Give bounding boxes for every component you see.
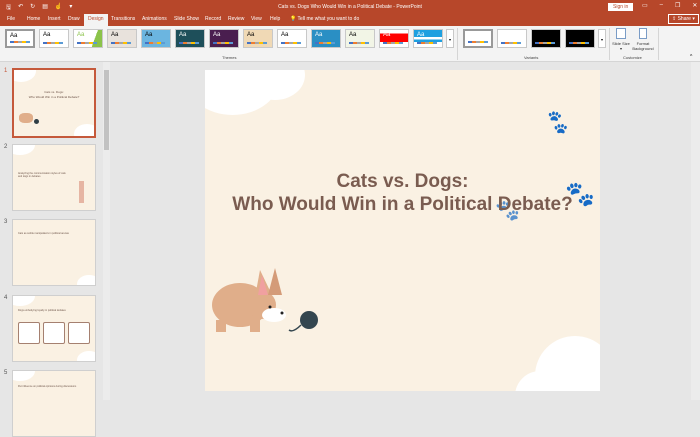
close-icon[interactable]: ✕ (692, 2, 697, 9)
tab-review[interactable]: Review (228, 16, 244, 22)
paw-print-icon: 🐾 (541, 108, 573, 138)
variant-3[interactable] (531, 29, 561, 48)
slide-number: 2 (4, 144, 8, 150)
theme-sample: Aa (179, 32, 187, 38)
window-title: Cats vs. Dogs Who Would Win in a Politic… (278, 4, 422, 10)
slide-number: 1 (4, 68, 8, 74)
slide-size-button[interactable]: Slide Size ▾ (612, 28, 630, 51)
slide-size-icon (616, 28, 626, 39)
tab-help[interactable]: Help (270, 16, 280, 22)
theme-sample: Aa (417, 32, 425, 38)
tab-file[interactable]: File (7, 16, 15, 22)
thumb-title: Analyzing the communication styles of ca… (18, 172, 66, 178)
format-background-icon (639, 28, 647, 39)
scrollbar-thumb[interactable] (104, 70, 109, 150)
theme-8[interactable]: Aa (243, 29, 273, 48)
theme-sample: Aa (10, 33, 18, 39)
theme-13[interactable]: Aa (413, 29, 443, 48)
slide-thumbnail-1[interactable]: Cats vs. Dogs: Who Would Win in a Politic… (12, 68, 96, 138)
theme-9[interactable]: Aa (277, 29, 307, 48)
theme-sample: Aa (349, 32, 357, 38)
ribbon-display-icon[interactable]: ▭ (642, 2, 648, 9)
restore-icon[interactable]: ❐ (675, 2, 680, 9)
thumb-title: Pet influence on political opinions duri… (18, 385, 77, 388)
ribbon-tabs: File Home Insert Draw Design Transitions… (0, 13, 700, 26)
minimize-icon[interactable]: – (660, 2, 663, 9)
theme-4[interactable]: Aa (107, 29, 137, 48)
title-line-1: Cats vs. Dogs: (336, 171, 469, 192)
tab-draw[interactable]: Draw (68, 16, 80, 22)
thumb-title: Dogs embodying loyalty in political deba… (18, 309, 66, 312)
theme-sample: Aa (247, 32, 255, 38)
yarn-ball-illustration (288, 311, 318, 332)
theme-sample: Aa (315, 32, 323, 38)
slide-number: 5 (4, 370, 8, 376)
title-bar: 🖫 ↶ ↻ ▤ ☝ ▾ Cats vs. Dogs Who Would Win … (0, 0, 700, 13)
tab-transitions[interactable]: Transitions (111, 16, 135, 22)
theme-3[interactable]: Aa (73, 29, 103, 48)
tell-me-label: Tell me what you want to do (297, 16, 360, 22)
slide-number: 3 (4, 219, 8, 225)
slide-title[interactable]: Cats vs. Dogs: Who Would Win in a Politi… (205, 170, 600, 216)
variant-2[interactable] (497, 29, 527, 48)
variant-1[interactable] (463, 29, 493, 48)
theme-12[interactable]: Aa (379, 29, 409, 48)
format-background-button[interactable]: Format Background (630, 28, 656, 51)
variants-more-button[interactable]: ▾ (598, 29, 606, 48)
theme-6[interactable]: Aa (175, 29, 205, 48)
theme-sample: Aa (383, 32, 391, 38)
variants-group-label: Variants (524, 55, 539, 60)
customize-group-label: Customize (623, 55, 642, 60)
theme-11[interactable]: Aa (345, 29, 375, 48)
yarn-ball-illustration (34, 119, 39, 124)
tab-slide-show[interactable]: Slide Show (174, 16, 199, 22)
lightbulb-icon: 💡 (290, 16, 297, 22)
slide-canvas[interactable]: 🐾 🐾 🐾 Cats vs. Dogs: Who Would Win in a … (205, 70, 600, 391)
slide-size-label: Slide Size (612, 41, 630, 46)
tell-me-search[interactable]: 💡 Tell me what you want to do (290, 16, 359, 22)
slide-thumbnail-3[interactable]: Cats as subtle manipulators in political… (12, 219, 96, 286)
slide-number: 4 (4, 295, 8, 301)
thumb-subtitle-line: Who Would Win in a Political Debate? (28, 95, 80, 99)
theme-office[interactable]: Aa (5, 29, 35, 48)
sign-in-button[interactable]: Sign in (608, 3, 634, 11)
thumb-title: Cats vs. Dogs: Who Would Win in a Politic… (14, 90, 94, 100)
tab-record[interactable]: Record (205, 16, 221, 22)
theme-sample: Aa (213, 32, 221, 38)
paw-illustration (79, 181, 84, 203)
theme-10[interactable]: Aa (311, 29, 341, 48)
theme-sample: Aa (77, 32, 85, 38)
title-line-2: Who Would Win in a Political Debate? (232, 194, 573, 215)
slide-thumbnail-5[interactable]: Pet influence on political opinions duri… (12, 370, 96, 437)
slide-scrollbar[interactable] (691, 62, 700, 400)
collapse-ribbon-icon[interactable]: ^ (690, 54, 692, 60)
theme-sample: Aa (111, 32, 119, 38)
tab-animations[interactable]: Animations (142, 16, 167, 22)
share-label: Share (677, 16, 691, 22)
theme-sample: Aa (281, 32, 289, 38)
theme-sample: Aa (43, 32, 51, 38)
ribbon: Aa Aa Aa Aa Aa Aa Aa Aa Aa Aa Aa Aa Aa ▾… (0, 26, 700, 62)
slide-thumbnail-pane: 1 Cats vs. Dogs: Who Would Win in a Polit… (0, 62, 110, 437)
tab-insert[interactable]: Insert (48, 16, 61, 22)
theme-7[interactable]: Aa (209, 29, 239, 48)
theme-2[interactable]: Aa (39, 29, 69, 48)
share-button[interactable]: ⇪ Share ▾ (668, 14, 699, 24)
variant-4[interactable] (565, 29, 595, 48)
tab-view[interactable]: View (251, 16, 262, 22)
themes-group-label: Themes (222, 55, 237, 60)
theme-sample: Aa (145, 32, 153, 38)
format-background-label: Format Background (632, 41, 654, 51)
slide-thumbnail-4[interactable]: Dogs embodying loyalty in political deba… (12, 295, 96, 362)
thumbnail-scrollbar[interactable] (103, 62, 110, 400)
themes-more-button[interactable]: ▾ (446, 29, 454, 48)
thumb-title: Cats as subtle manipulators in political… (18, 232, 69, 235)
tab-design[interactable]: Design (84, 14, 108, 26)
dog-illustration (19, 113, 33, 123)
theme-5[interactable]: Aa (141, 29, 171, 48)
tab-home[interactable]: Home (27, 16, 40, 22)
slide-thumbnail-2[interactable]: Analyzing the communication styles of ca… (12, 144, 96, 211)
